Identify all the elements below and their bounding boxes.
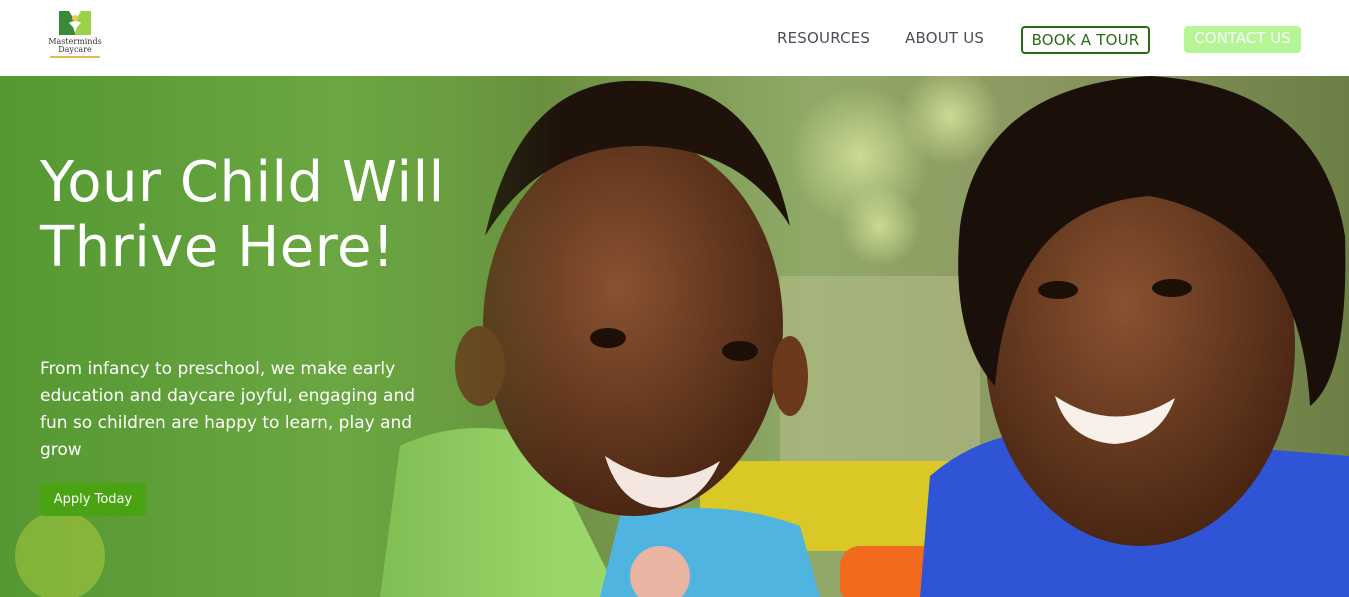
nav-resources[interactable]: RESOURCES: [777, 29, 870, 47]
contact-us-button[interactable]: CONTACT US: [1184, 26, 1301, 53]
site-logo[interactable]: Masterminds Daycare: [47, 9, 105, 63]
hero-subtitle: From infancy to preschool, we make early…: [40, 359, 416, 460]
book-tour-button[interactable]: BOOK A TOUR: [1021, 26, 1150, 54]
site-header: Masterminds Daycare RESOURCES ABOUT US B…: [0, 0, 1349, 76]
logo-name-line2: Daycare: [58, 45, 92, 54]
logo-tagline-mark: [50, 56, 100, 58]
masterminds-logo-icon: [59, 11, 91, 35]
apply-today-button[interactable]: Apply Today: [40, 483, 146, 516]
hero-section: Your Child Will Thrive Here! From infanc…: [0, 76, 1349, 597]
nav-about-us[interactable]: ABOUT US: [905, 29, 984, 47]
hero-title: Your Child Will Thrive Here!: [40, 150, 445, 280]
logo-wordmark: Masterminds Daycare: [47, 38, 103, 54]
